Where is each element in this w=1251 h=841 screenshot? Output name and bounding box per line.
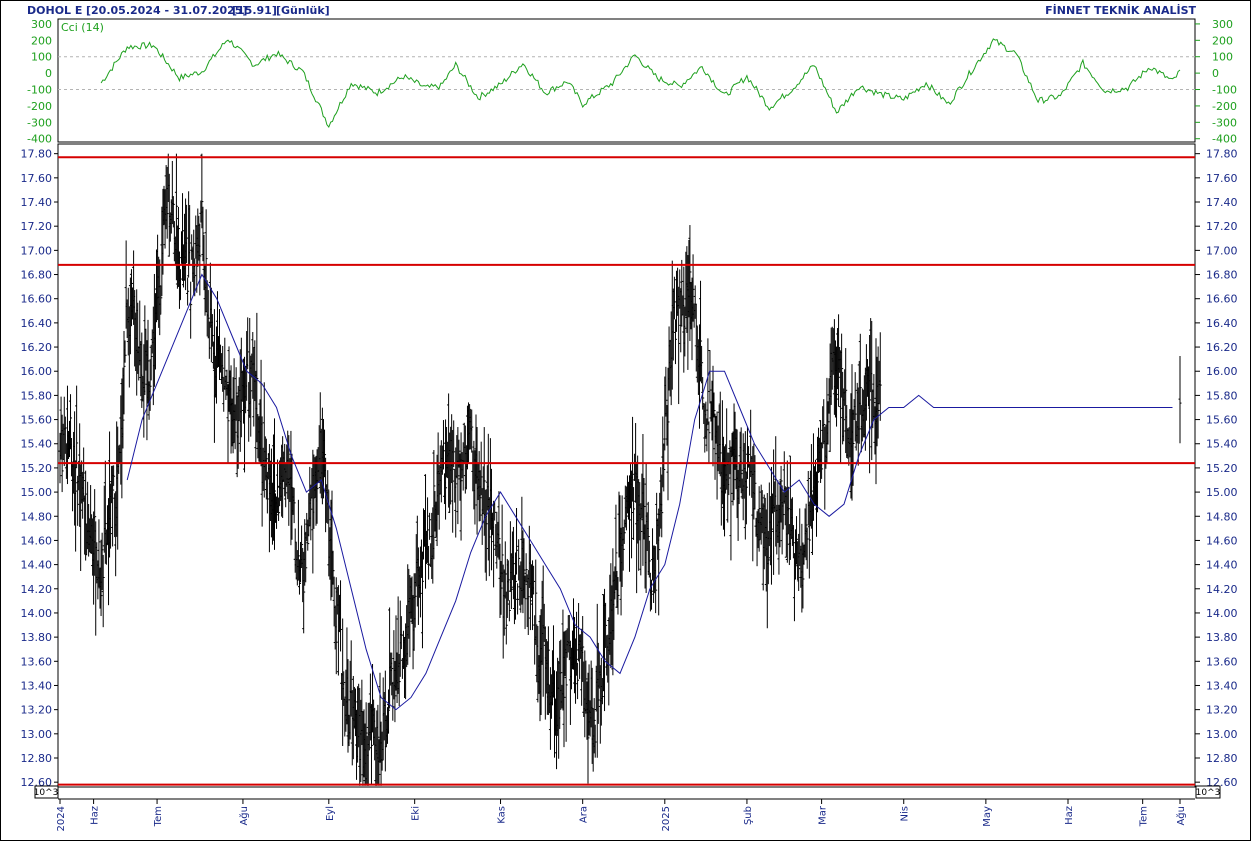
header-symbol: DOHOL E — [27, 4, 82, 17]
cci-tick-label-right: -200 — [1212, 100, 1237, 113]
price-tick-label-right: 17.20 — [1206, 220, 1238, 233]
date-tick-label: Eki — [411, 806, 422, 821]
price-tick-label-left: 14.00 — [21, 607, 53, 620]
cci-tick-label-right: -100 — [1212, 84, 1237, 97]
cci-tick-label-right: 300 — [1212, 18, 1233, 31]
price-tick-label-right: 15.20 — [1206, 462, 1238, 475]
chart-background — [0, 0, 1251, 841]
price-tick-label-right: 16.80 — [1206, 269, 1238, 282]
cci-tick-label-left: -200 — [27, 100, 52, 113]
stock-chart: DOHOL E [20.05.2024 - 31.07.2025] [15.91… — [0, 0, 1251, 841]
cci-tick-label-right: 100 — [1212, 51, 1233, 64]
unit-label-left: 10^3 — [34, 788, 59, 798]
header-last-price: [15.91] — [232, 4, 277, 17]
cci-tick-label-right: 0 — [1212, 67, 1219, 80]
price-tick-label-left: 13.40 — [21, 679, 53, 692]
price-tick-label-right: 17.80 — [1206, 148, 1238, 161]
cci-tick-label-left: 0 — [45, 67, 52, 80]
price-tick-label-left: 14.60 — [21, 534, 53, 547]
price-tick-label-left: 15.60 — [21, 414, 53, 427]
price-tick-label-left: 13.00 — [21, 728, 53, 741]
date-tick-label: Tem — [1139, 806, 1150, 827]
price-tick-label-right: 13.20 — [1206, 704, 1238, 717]
price-tick-label-right: 17.40 — [1206, 196, 1238, 209]
price-tick-label-right: 14.40 — [1206, 559, 1238, 572]
price-tick-label-left: 17.80 — [21, 148, 53, 161]
date-tick-label: Ağu — [1175, 806, 1187, 826]
price-tick-label-left: 15.40 — [21, 438, 53, 451]
date-tick-label: 2024 — [56, 806, 67, 831]
price-tick-label-right: 16.40 — [1206, 317, 1238, 330]
price-tick-label-right: 12.80 — [1206, 752, 1238, 765]
cci-tick-label-right: 200 — [1212, 34, 1233, 47]
price-tick-label-right: 13.60 — [1206, 655, 1238, 668]
price-tick-label-right: 14.00 — [1206, 607, 1238, 620]
price-tick-label-left: 17.40 — [21, 196, 53, 209]
date-tick-label: May — [982, 806, 993, 827]
cci-tick-label-left: -300 — [27, 116, 52, 129]
cci-tick-label-right: -300 — [1212, 116, 1237, 129]
header-period: [Günlük] — [276, 4, 330, 17]
price-tick-label-right: 15.00 — [1206, 486, 1238, 499]
cci-tick-label-left: 200 — [31, 34, 52, 47]
price-tick-label-left: 17.00 — [21, 244, 53, 257]
price-tick-label-left: 16.20 — [21, 341, 53, 354]
price-tick-label-right: 16.00 — [1206, 365, 1238, 378]
date-tick-label: Eyl — [325, 806, 336, 821]
cci-tick-label-left: -100 — [27, 84, 52, 97]
price-tick-label-left: 14.20 — [21, 583, 53, 596]
date-tick-label: Haz — [1064, 806, 1075, 825]
price-tick-label-left: 15.00 — [21, 486, 53, 499]
header-date-range: [20.05.2024 - 31.07.2025] — [86, 4, 247, 17]
price-tick-label-left: 16.80 — [21, 269, 53, 282]
cci-tick-label-left: -400 — [27, 133, 52, 146]
date-tick-label: Şub — [743, 806, 754, 825]
price-tick-label-left: 16.40 — [21, 317, 53, 330]
price-tick-label-right: 14.80 — [1206, 510, 1238, 523]
price-tick-label-right: 14.20 — [1206, 583, 1238, 596]
date-tick-label: Nis — [900, 806, 911, 821]
price-tick-label-right: 15.40 — [1206, 438, 1238, 451]
date-tick-label: Ara — [579, 806, 590, 823]
date-tick-label: Haz — [90, 806, 101, 825]
date-tick-label: Tem — [153, 806, 164, 827]
price-tick-label-right: 15.60 — [1206, 414, 1238, 427]
header-brand: FİNNET TEKNİK ANALİST — [1045, 3, 1196, 17]
date-tick-label: Mar — [818, 805, 829, 825]
cci-tick-label-right: -400 — [1212, 133, 1237, 146]
price-tick-label-right: 15.80 — [1206, 389, 1238, 402]
price-tick-label-left: 17.60 — [21, 172, 53, 185]
price-tick-label-right: 16.60 — [1206, 293, 1238, 306]
price-tick-label-left: 14.80 — [21, 510, 53, 523]
price-tick-label-left: 15.80 — [21, 389, 53, 402]
date-tick-label: Kas — [497, 806, 508, 824]
price-tick-label-right: 13.40 — [1206, 679, 1238, 692]
price-tick-label-left: 13.60 — [21, 655, 53, 668]
price-tick-label-left: 14.40 — [21, 559, 53, 572]
cci-label: Cci (14) — [61, 21, 104, 34]
unit-label-right: 10^3 — [1196, 788, 1221, 798]
price-tick-label-right: 13.80 — [1206, 631, 1238, 644]
price-tick-label-right: 14.60 — [1206, 534, 1238, 547]
price-tick-label-right: 16.20 — [1206, 341, 1238, 354]
cci-tick-label-left: 100 — [31, 51, 52, 64]
price-tick-label-left: 16.60 — [21, 293, 53, 306]
date-tick-label: 2025 — [661, 806, 672, 831]
date-tick-label: Ağu — [238, 806, 250, 826]
price-tick-label-right: 17.00 — [1206, 244, 1238, 257]
price-tick-label-left: 12.80 — [21, 752, 53, 765]
price-tick-label-right: 17.60 — [1206, 172, 1238, 185]
cci-tick-label-left: 300 — [31, 18, 52, 31]
price-tick-label-left: 17.20 — [21, 220, 53, 233]
price-tick-label-right: 13.00 — [1206, 728, 1238, 741]
price-tick-label-left: 15.20 — [21, 462, 53, 475]
price-tick-label-left: 13.80 — [21, 631, 53, 644]
price-tick-label-left: 16.00 — [21, 365, 53, 378]
price-tick-label-left: 13.20 — [21, 704, 53, 717]
